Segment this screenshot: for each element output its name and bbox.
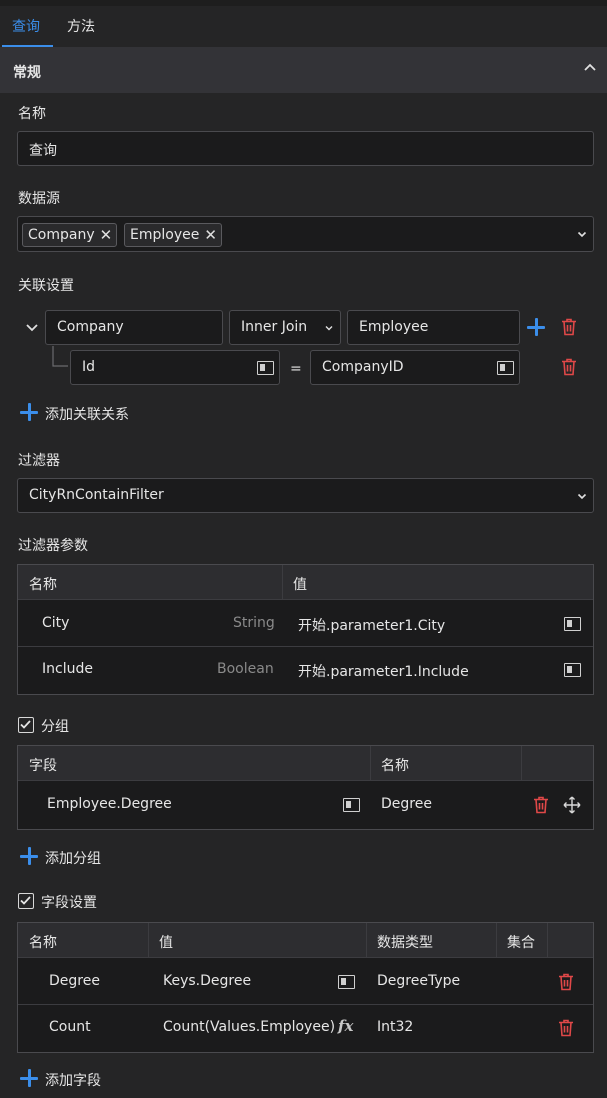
- add-group-button[interactable]: 添加分组: [20, 847, 140, 867]
- check-icon: [20, 896, 31, 905]
- param-value[interactable]: 开始.parameter1.Include: [298, 661, 469, 681]
- join-type-select[interactable]: Inner Join: [229, 310, 341, 345]
- table-header: 名称 值: [18, 565, 593, 600]
- chevron-down-icon[interactable]: [25, 322, 39, 334]
- column-divider: [366, 923, 367, 958]
- table-row: Count Count(Values.Employee) fx Int32: [18, 1005, 593, 1051]
- field-value[interactable]: Count(Values.Employee): [163, 1019, 335, 1035]
- name-input[interactable]: 查询: [17, 131, 594, 166]
- expression-toggle-icon[interactable]: [564, 663, 581, 677]
- field-settings-checkbox[interactable]: [18, 893, 34, 909]
- field-type[interactable]: DegreeType: [377, 973, 460, 989]
- expression-toggle-icon[interactable]: [257, 361, 274, 375]
- datasource-label: 数据源: [18, 191, 60, 207]
- join-right-table-select[interactable]: Employee: [347, 310, 520, 345]
- function-fx-icon[interactable]: fx: [338, 1017, 353, 1035]
- field-name[interactable]: Degree: [49, 973, 100, 989]
- grouping-label: 分组: [41, 719, 69, 735]
- table-row: Degree Keys.Degree DegreeType: [18, 959, 593, 1005]
- table-row: Employee.Degree Degree: [18, 782, 593, 828]
- trash-icon[interactable]: [561, 358, 577, 376]
- filter-select[interactable]: CityRnContainFilter: [17, 478, 594, 513]
- table-header: 字段 名称: [18, 746, 593, 781]
- field-settings-table: 名称 值 数据类型 集合 Degree Keys.Degree DegreeTy…: [17, 922, 594, 1053]
- grouping-table: 字段 名称 Employee.Degree Degree: [17, 745, 594, 830]
- add-join-plus-icon[interactable]: [527, 318, 545, 336]
- column-divider: [370, 746, 371, 781]
- join-operator: =: [290, 361, 302, 377]
- name-input-value: 查询: [29, 143, 57, 159]
- chevron-up-icon[interactable]: [581, 59, 599, 77]
- group-field[interactable]: Employee.Degree: [47, 796, 172, 812]
- plus-icon: [20, 403, 38, 421]
- table-header: 名称 值 数据类型 集合: [18, 923, 593, 958]
- join-condition-right-field[interactable]: CompanyID: [310, 350, 520, 385]
- tab-bar: 查询 方法: [0, 6, 607, 47]
- chip-remove-icon[interactable]: ✕: [204, 226, 217, 244]
- plus-icon: [20, 847, 38, 865]
- group-name[interactable]: Degree: [381, 796, 432, 812]
- field-settings-label: 字段设置: [41, 895, 97, 911]
- table-row: City String 开始.parameter1.City: [18, 601, 593, 647]
- datasource-chip-employee: Employee ✕: [124, 223, 222, 247]
- trash-icon[interactable]: [558, 973, 574, 991]
- chevron-down-icon[interactable]: [577, 229, 587, 239]
- chip-remove-icon[interactable]: ✕: [100, 226, 113, 244]
- datasource-chip-company: Company ✕: [22, 223, 118, 247]
- field-type[interactable]: Int32: [377, 1019, 413, 1035]
- table-row: Include Boolean 开始.parameter1.Include: [18, 647, 593, 693]
- trash-icon[interactable]: [558, 1019, 574, 1037]
- expression-toggle-icon[interactable]: [564, 617, 581, 631]
- add-join-button[interactable]: 添加关联关系: [20, 403, 180, 423]
- expression-toggle-icon[interactable]: [497, 361, 514, 375]
- expression-toggle-icon[interactable]: [343, 798, 360, 812]
- plus-icon: [20, 1069, 38, 1087]
- param-value[interactable]: 开始.parameter1.City: [298, 615, 445, 635]
- tree-connector: [52, 346, 68, 367]
- trash-icon[interactable]: [533, 796, 549, 814]
- filter-label: 过滤器: [18, 453, 60, 469]
- expression-toggle-icon[interactable]: [338, 975, 355, 989]
- filter-params-table: 名称 值 City String 开始.parameter1.City Incl…: [17, 564, 594, 695]
- column-divider: [148, 923, 149, 958]
- tab-methods[interactable]: 方法: [67, 16, 95, 46]
- column-divider: [547, 923, 548, 958]
- grouping-checkbox[interactable]: [18, 717, 34, 733]
- chevron-down-icon: [577, 493, 587, 499]
- name-label: 名称: [18, 106, 46, 122]
- filter-params-label: 过滤器参数: [18, 538, 88, 554]
- chevron-down-icon: [325, 325, 333, 330]
- join-condition-left-field[interactable]: Id: [70, 350, 280, 385]
- column-divider: [521, 746, 522, 781]
- join-settings-label: 关联设置: [18, 278, 74, 294]
- tab-query[interactable]: 查询: [12, 16, 40, 46]
- section-header-general[interactable]: 常规: [0, 47, 607, 93]
- column-divider: [282, 565, 283, 600]
- add-field-button[interactable]: 添加字段: [20, 1069, 140, 1089]
- datasource-multiselect[interactable]: Company ✕ Employee ✕: [17, 216, 594, 252]
- field-name[interactable]: Count: [49, 1019, 91, 1035]
- trash-icon[interactable]: [561, 318, 577, 336]
- join-left-table-select[interactable]: Company: [45, 310, 223, 345]
- field-value[interactable]: Keys.Degree: [163, 973, 251, 989]
- check-icon: [20, 720, 31, 729]
- section-title: 常规: [13, 65, 41, 81]
- column-divider: [496, 923, 497, 958]
- drag-move-icon[interactable]: [563, 796, 581, 814]
